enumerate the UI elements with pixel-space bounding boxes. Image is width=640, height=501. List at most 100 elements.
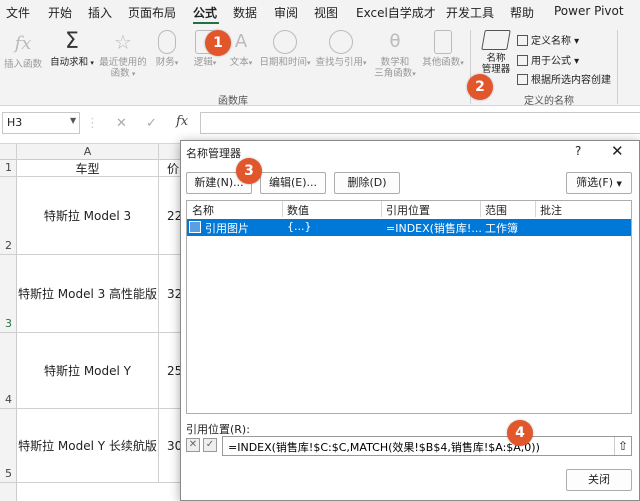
cell-a1[interactable]: 车型	[17, 160, 159, 177]
row-header[interactable]	[0, 483, 17, 501]
financial-button[interactable]: 财务▾	[152, 30, 182, 69]
step-badge: 2	[467, 74, 493, 100]
cell-a2[interactable]: 特斯拉 Model 3	[17, 177, 159, 255]
ribbon: fx 插入函数 Σ 自动求和 ▾ ☆ 最近使用的 函数 ▾ 财务▾ 逻辑▾ A …	[0, 26, 640, 107]
row-number: 1	[5, 161, 12, 174]
function-library-group-label: 函数库	[218, 96, 248, 107]
entry-name: 引用图片	[205, 222, 249, 235]
column-header-comment[interactable]: 批注	[540, 202, 562, 218]
column-header-a[interactable]: A	[17, 144, 159, 160]
column-divider	[535, 201, 536, 217]
row-header[interactable]: 3	[0, 255, 17, 333]
cell-a4[interactable]: 特斯拉 Model Y	[17, 333, 159, 409]
use-in-formula-button[interactable]: 用于公式 ▾	[517, 52, 579, 67]
chevron-down-icon[interactable]: ▼	[70, 116, 76, 125]
define-name-label: 定义名称	[531, 36, 571, 47]
dialog-title: 名称管理器	[186, 147, 241, 160]
fx-icon[interactable]: fx	[176, 114, 188, 129]
confirm-edit-icon[interactable]: ✓	[203, 438, 217, 452]
insert-function-button[interactable]: fx 插入函数	[0, 32, 46, 70]
tab-page-layout[interactable]: 页面布局	[128, 4, 176, 21]
lookup-label: 查找与引用	[315, 57, 363, 68]
tab-data[interactable]: 数据	[233, 4, 257, 21]
autosum-button[interactable]: Σ 自动求和 ▾	[48, 30, 96, 69]
insert-function-label: 插入函数	[3, 59, 42, 70]
logical-label: 逻辑	[193, 57, 213, 68]
tab-formulas[interactable]: 公式	[193, 4, 217, 21]
more-functions-icon	[434, 30, 452, 54]
lookup-button[interactable]: 查找与引用▾	[312, 30, 370, 69]
tag-icon	[481, 30, 511, 50]
tab-power-pivot[interactable]: Power Pivot	[554, 4, 624, 18]
help-icon[interactable]: ?	[575, 144, 581, 158]
database-icon	[158, 30, 176, 54]
name-table-icon	[189, 221, 201, 233]
close-icon[interactable]: ✕	[611, 142, 624, 160]
tab-home[interactable]: 开始	[48, 4, 72, 21]
row-header[interactable]: 2	[0, 177, 17, 255]
name-manager-button[interactable]: 名称 管理器	[476, 30, 516, 75]
tab-insert[interactable]: 插入	[88, 4, 112, 21]
column-header-value[interactable]: 数值	[287, 202, 309, 218]
magnifier-icon	[329, 30, 353, 54]
math-button[interactable]: θ 数学和 三角函数▾	[372, 30, 418, 80]
select-all-corner[interactable]	[0, 144, 17, 160]
tab-developer[interactable]: 开发工具	[446, 4, 494, 21]
tab-view[interactable]: 视图	[314, 4, 338, 21]
text-label: 文本	[229, 57, 249, 68]
define-name-icon	[517, 35, 528, 46]
column-divider	[381, 201, 382, 217]
recent-label: 最近使用的	[99, 57, 147, 68]
edit-button[interactable]: 编辑(E)...	[260, 172, 326, 194]
datetime-button[interactable]: 日期和时间▾	[258, 30, 312, 69]
datetime-label: 日期和时间	[259, 57, 307, 68]
active-tab-indicator	[193, 22, 219, 24]
other-functions-button[interactable]: 其他函数▾	[420, 30, 466, 69]
recent-functions-button[interactable]: ☆ 最近使用的 函数 ▾	[96, 30, 150, 80]
use-in-formula-label: 用于公式	[531, 56, 571, 67]
name-box[interactable]: H3	[2, 112, 80, 134]
clock-icon	[273, 30, 297, 54]
row-number: 5	[5, 467, 12, 480]
row-header[interactable]: 5	[0, 409, 17, 483]
tab-file[interactable]: 文件	[6, 4, 30, 21]
entry-scope: 工作簿	[485, 222, 518, 235]
create-from-selection-icon	[517, 74, 528, 85]
column-header-name[interactable]: 名称	[192, 202, 214, 218]
create-from-selection-button[interactable]: 根据所选内容创建	[517, 71, 611, 86]
create-from-selection-label: 根据所选内容创建	[531, 75, 611, 86]
math-label-2: 三角函数	[374, 68, 413, 79]
name-manager-label-2: 管理器	[481, 64, 511, 75]
formula-input[interactable]	[200, 112, 640, 134]
cell-a5[interactable]: 特斯拉 Model Y 长续航版	[17, 409, 159, 483]
column-header-refers[interactable]: 引用位置	[386, 202, 430, 218]
close-button[interactable]: 关闭	[566, 469, 632, 491]
row-number: 2	[5, 239, 12, 252]
tab-review[interactable]: 审阅	[274, 4, 298, 21]
define-name-button[interactable]: 定义名称 ▾	[517, 32, 579, 47]
row-header[interactable]: 1	[0, 160, 17, 177]
refers-to-formula: =INDEX(销售库!$C:$C,MATCH(效果!$B$4,销售库!$A:$A…	[228, 441, 540, 454]
fx-icon: fx	[14, 33, 32, 54]
cancel-icon[interactable]: ✕	[116, 116, 127, 131]
row-header[interactable]: 4	[0, 333, 17, 409]
formula-bar-grip-icon: ⋮	[86, 116, 99, 131]
step-badge: 1	[205, 30, 231, 56]
check-icon[interactable]: ✓	[146, 116, 157, 131]
tab-help[interactable]: 帮助	[510, 4, 534, 21]
recent-label-2: 函数	[110, 68, 130, 79]
row-number: 4	[5, 393, 12, 406]
filter-label: 筛选(F)	[576, 176, 614, 189]
step-badge: 3	[236, 158, 262, 184]
column-header-scope[interactable]: 范围	[485, 202, 507, 218]
defined-names-group-label: 定义的名称	[524, 96, 574, 107]
filter-button[interactable]: 筛选(F) ▼	[566, 172, 632, 194]
delete-button[interactable]: 删除(D)	[334, 172, 400, 194]
cancel-edit-icon[interactable]: ✕	[186, 438, 200, 452]
collapse-dialog-icon[interactable]: ⇧	[614, 437, 631, 455]
step-badge: 4	[507, 420, 533, 446]
cell-a3[interactable]: 特斯拉 Model 3 高性能版	[17, 255, 159, 333]
refers-to-label: 引用位置(R):	[186, 423, 250, 436]
tab-excel-learn[interactable]: Excel自学成才	[356, 4, 436, 21]
text-button[interactable]: A 文本▾	[226, 30, 256, 69]
